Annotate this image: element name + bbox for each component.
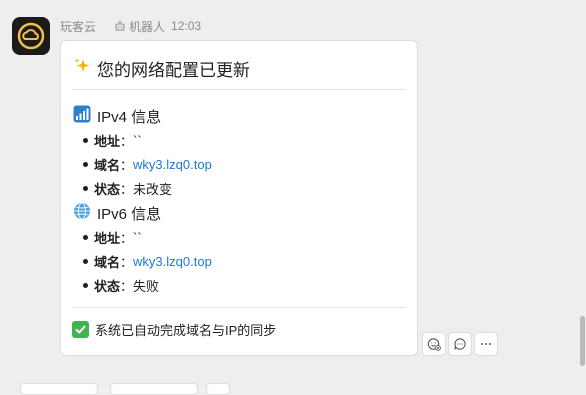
sender-name[interactable]: 玩客云 — [60, 18, 96, 35]
ipv6-domain-link[interactable]: wky3.lzq0.top — [133, 254, 212, 269]
ipv6-status-label: 状态 — [94, 279, 121, 294]
more-icon[interactable] — [474, 332, 498, 356]
ipv6-address-row: 地址 ： `` — [83, 228, 142, 247]
message-header: 玩客云 机器人 12:03 — [60, 16, 201, 36]
cloud-logo-icon — [17, 22, 45, 50]
ipv4-domain-row: 域名 ： wky3.lzq0.top — [83, 155, 212, 174]
next-message-stub — [110, 383, 198, 395]
ipv6-heading-text: IPv6 信息 — [97, 205, 162, 223]
message-time: 12:03 — [171, 19, 202, 33]
bullet — [83, 259, 88, 264]
ipv4-domain-link[interactable]: wky3.lzq0.top — [133, 157, 212, 172]
bot-tag: 机器人 — [114, 18, 165, 35]
signal-bars-icon — [72, 105, 92, 127]
avatar[interactable] — [12, 17, 50, 55]
divider — [72, 307, 406, 308]
card-title-text: 您的网络配置已更新 — [97, 61, 250, 80]
ipv4-domain-label: 域名 — [94, 158, 121, 173]
ipv6-address-sep: ： — [120, 231, 134, 246]
sparkles-icon — [72, 57, 92, 80]
ipv4-status-row: 状态 ： 未改变 — [83, 179, 172, 198]
ipv6-domain-sep: ： — [120, 255, 134, 270]
next-message-stub — [20, 383, 98, 395]
robot-icon — [115, 20, 125, 31]
ipv4-address-label: 地址 — [94, 134, 121, 149]
globe-icon — [72, 202, 92, 224]
ipv4-domain-sep: ： — [120, 158, 134, 173]
ipv4-status-sep: ： — [120, 182, 134, 197]
ipv6-status-value: 失败 — [133, 279, 160, 294]
ipv6-address-value: `` — [133, 230, 142, 245]
ipv4-address-value: `` — [133, 133, 142, 148]
bullet — [83, 138, 88, 143]
sync-notice: 系统已自动完成域名与IP的同步 — [72, 320, 276, 339]
next-message-stub — [206, 383, 230, 395]
ipv4-status-label: 状态 — [94, 182, 121, 197]
ipv6-heading: IPv6 信息 — [72, 202, 161, 224]
ipv4-address-row: 地址 ： `` — [83, 131, 142, 150]
card-title: 您的网络配置已更新 — [72, 56, 250, 81]
reply-icon[interactable] — [448, 332, 472, 356]
scrollbar-thumb[interactable] — [580, 316, 585, 366]
bullet — [83, 283, 88, 288]
message-card: 您的网络配置已更新 IPv4 信息 地址 ： `` 域名 ： wky3.lzq0… — [60, 40, 418, 356]
divider — [72, 89, 406, 90]
ipv6-domain-row: 域名 ： wky3.lzq0.top — [83, 252, 212, 271]
bullet — [83, 186, 88, 191]
sync-notice-text: 系统已自动完成域名与IP的同步 — [95, 323, 277, 338]
message-actions — [422, 332, 500, 356]
ipv4-address-sep: ： — [120, 134, 134, 149]
bullet — [83, 235, 88, 240]
ipv6-address-label: 地址 — [94, 231, 121, 246]
ipv6-status-sep: ： — [120, 279, 134, 294]
ipv4-heading: IPv4 信息 — [72, 105, 161, 127]
add-reaction-icon[interactable] — [422, 332, 446, 356]
ipv6-domain-label: 域名 — [94, 255, 121, 270]
ipv6-status-row: 状态 ： 失败 — [83, 276, 159, 295]
bot-label: 机器人 — [129, 19, 166, 34]
check-mark-icon — [72, 321, 89, 338]
ipv4-heading-text: IPv4 信息 — [97, 108, 162, 126]
bullet — [83, 162, 88, 167]
ipv4-status-value: 未改变 — [133, 182, 173, 197]
